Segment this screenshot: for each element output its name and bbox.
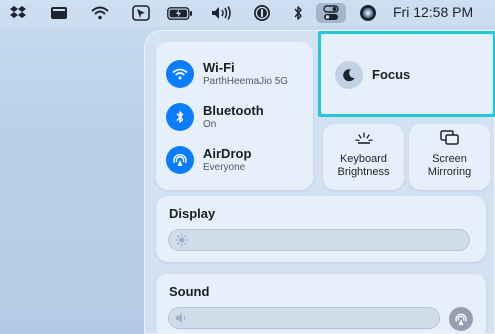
screen-mirroring-tile[interactable]: Screen Mirroring [409, 124, 490, 190]
bluetooth-title: Bluetooth [203, 103, 264, 118]
cursor-icon[interactable] [130, 3, 152, 23]
battery-icon[interactable] [165, 3, 195, 23]
display-brightness-slider[interactable] [168, 229, 470, 251]
wifi-row[interactable]: Wi-Fi ParthHeemaJio 5G [166, 60, 288, 88]
display-title: Display [169, 206, 216, 221]
volume-slider[interactable] [168, 307, 440, 329]
sound-tile: Sound [156, 274, 486, 334]
network-tile: Wi-Fi ParthHeemaJio 5G Bluetooth On AirD… [156, 42, 313, 190]
airdrop-row[interactable]: AirDrop Everyone [166, 146, 251, 174]
screen-mirroring-icon [409, 130, 490, 146]
screen-mirroring-label: Screen Mirroring [409, 153, 490, 179]
bluetooth-status: On [203, 119, 217, 130]
airdrop-status: Everyone [203, 162, 246, 173]
display-tile: Display [156, 196, 486, 262]
control-center-icon[interactable] [316, 3, 346, 23]
bluetooth-toggle-icon[interactable] [166, 103, 194, 131]
wifi-network-name: ParthHeemaJio 5G [203, 76, 289, 87]
focus-highlight-outline [318, 31, 495, 117]
airdrop-toggle-icon[interactable] [166, 146, 194, 174]
menu-bar-clock[interactable]: Fri 12:58 PM [393, 4, 473, 20]
keyboard-brightness-line1: Keyboard [339, 153, 388, 165]
dropbox-icon[interactable] [8, 3, 28, 23]
airplay-audio-icon[interactable] [449, 307, 473, 331]
menu-bar: Fri 12:58 PM [0, 0, 495, 26]
wifi-icon[interactable] [89, 3, 111, 23]
sun-icon [175, 233, 189, 252]
screen-mirroring-line1: Screen [432, 153, 467, 165]
sound-title: Sound [169, 284, 210, 299]
onepassword-icon[interactable] [251, 3, 273, 23]
wifi-toggle-icon[interactable] [166, 60, 194, 88]
bluetooth-icon[interactable] [290, 3, 306, 23]
airdrop-title: AirDrop [203, 146, 252, 161]
keyboard-brightness-icon [323, 130, 404, 146]
display-icon[interactable] [48, 3, 70, 23]
screen-mirroring-line2: Mirroring [427, 166, 472, 178]
volume-icon[interactable] [210, 3, 234, 23]
wifi-title: Wi-Fi [203, 60, 235, 75]
siri-icon[interactable] [357, 3, 379, 23]
keyboard-brightness-label: Keyboard Brightness [323, 153, 404, 179]
keyboard-brightness-tile[interactable]: Keyboard Brightness [323, 124, 404, 190]
keyboard-brightness-line2: Brightness [337, 166, 390, 178]
speaker-icon [175, 311, 189, 330]
bluetooth-row[interactable]: Bluetooth On [166, 103, 264, 131]
